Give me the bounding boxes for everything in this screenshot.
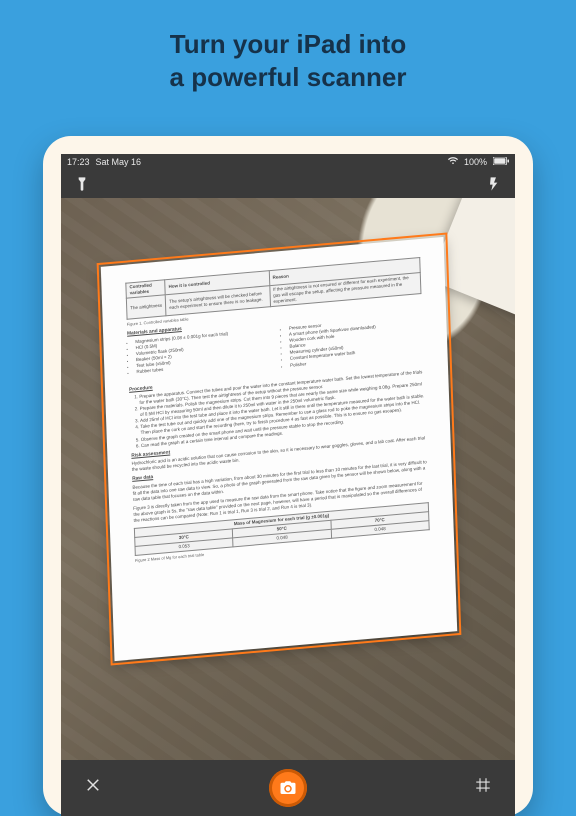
ipad-frame: 17:23 Sat May 16 100%	[43, 136, 533, 816]
flash-icon[interactable]	[485, 175, 503, 193]
camera-viewfinder[interactable]: Controlled variables How it is controlle…	[61, 198, 515, 760]
wifi-icon	[448, 157, 458, 167]
battery-icon	[493, 157, 509, 167]
status-time: 17:23	[67, 157, 90, 167]
headline-line2: a powerful scanner	[0, 61, 576, 94]
marketing-headline: Turn your iPad into a powerful scanner	[0, 0, 576, 93]
status-battery: 100%	[464, 157, 487, 167]
camera-icon	[279, 779, 297, 797]
scanner-top-toolbar	[61, 170, 515, 198]
grid-button[interactable]	[469, 776, 497, 800]
close-button[interactable]	[79, 776, 107, 800]
capture-button[interactable]	[269, 769, 307, 807]
status-date: Sat May 16	[96, 157, 142, 167]
scanner-bottom-toolbar	[61, 760, 515, 816]
status-bar: 17:23 Sat May 16 100%	[61, 154, 515, 170]
ipad-screen: 17:23 Sat May 16 100%	[61, 154, 515, 816]
flashlight-icon[interactable]	[73, 175, 91, 193]
scanned-document: Controlled variables How it is controlle…	[101, 237, 457, 661]
headline-line1: Turn your iPad into	[0, 28, 576, 61]
